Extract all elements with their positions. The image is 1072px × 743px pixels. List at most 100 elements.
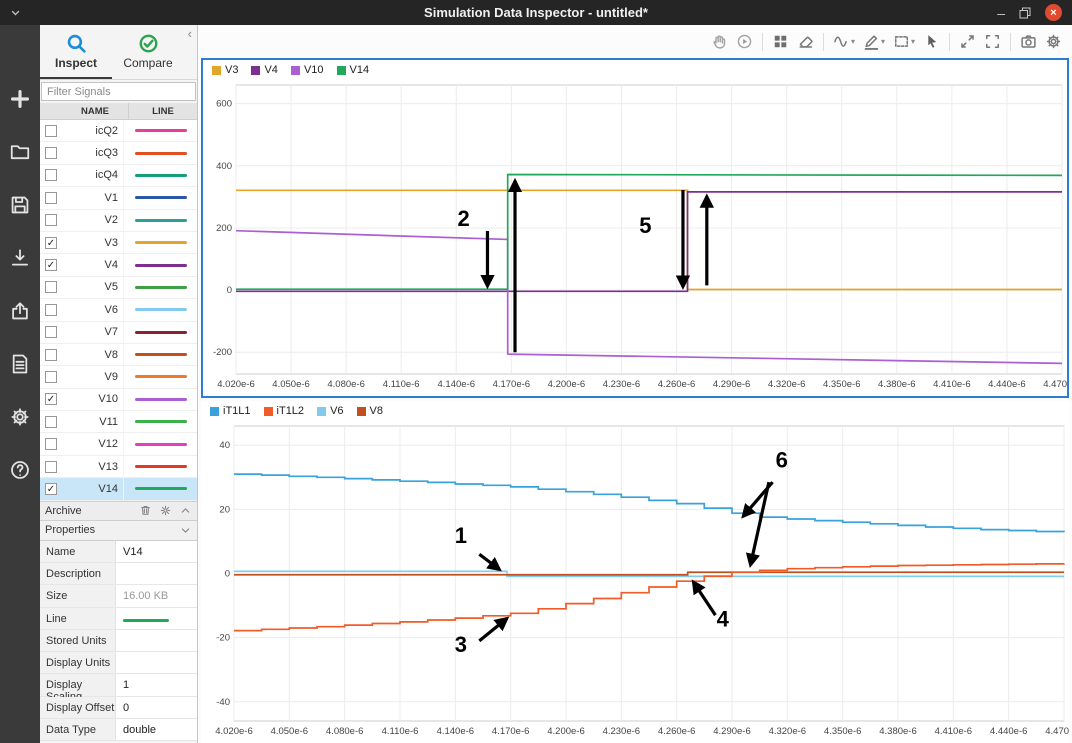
- property-value[interactable]: V14: [116, 541, 197, 562]
- property-value[interactable]: [116, 652, 197, 673]
- property-value[interactable]: [116, 608, 197, 629]
- properties-expand-chevron-icon[interactable]: [178, 523, 192, 537]
- signal-checkbox[interactable]: [45, 192, 57, 204]
- signal-checkbox[interactable]: [45, 147, 57, 159]
- line-color-button[interactable]: ▾: [859, 29, 889, 55]
- signal-line-swatch[interactable]: [123, 120, 197, 141]
- signal-line-swatch[interactable]: [123, 322, 197, 343]
- legend-item[interactable]: V10: [291, 64, 324, 76]
- pan-button[interactable]: [707, 29, 732, 55]
- save-button[interactable]: [7, 193, 33, 217]
- collapse-panel-icon[interactable]: ‹: [188, 26, 192, 41]
- tab-compare[interactable]: Compare: [112, 25, 184, 79]
- report-button[interactable]: [7, 352, 33, 376]
- signal-row[interactable]: V6: [40, 299, 197, 321]
- open-button[interactable]: [7, 140, 33, 164]
- signal-checkbox[interactable]: [45, 281, 57, 293]
- signal-line-swatch[interactable]: [123, 366, 197, 387]
- signal-line-swatch[interactable]: [123, 478, 197, 499]
- archive-collapse-chevron-icon[interactable]: [178, 504, 192, 518]
- signal-line-swatch[interactable]: [123, 299, 197, 320]
- signal-checkbox[interactable]: [45, 169, 57, 181]
- signal-line-swatch[interactable]: [123, 389, 197, 410]
- tab-inspect[interactable]: Inspect: [40, 25, 112, 79]
- signal-style-button[interactable]: ▾: [829, 29, 859, 55]
- signal-row[interactable]: V2: [40, 210, 197, 232]
- property-value[interactable]: 0: [116, 697, 197, 718]
- property-value[interactable]: double: [116, 719, 197, 740]
- archive-settings-gear-icon[interactable]: [158, 504, 172, 518]
- legend-item[interactable]: V3: [212, 64, 238, 76]
- property-value[interactable]: [116, 563, 197, 584]
- restore-button[interactable]: [1019, 7, 1031, 19]
- close-button[interactable]: ×: [1045, 4, 1062, 21]
- signal-line-swatch[interactable]: [123, 277, 197, 298]
- signal-line-swatch[interactable]: [123, 344, 197, 365]
- signal-checkbox[interactable]: ✓: [45, 237, 57, 249]
- signal-checkbox[interactable]: ✓: [45, 259, 57, 271]
- settings-button[interactable]: [1041, 29, 1066, 55]
- window-menu-chevron-icon[interactable]: [0, 9, 30, 17]
- help-button[interactable]: [7, 458, 33, 482]
- fit-view-button[interactable]: [955, 29, 980, 55]
- signal-row[interactable]: V11: [40, 411, 197, 433]
- legend-item[interactable]: iT1L1: [210, 405, 251, 417]
- filter-signals-input[interactable]: [41, 82, 196, 101]
- signal-checkbox[interactable]: [45, 304, 57, 316]
- signal-row[interactable]: V12: [40, 433, 197, 455]
- legend-item[interactable]: V6: [317, 405, 343, 417]
- signal-row[interactable]: ✓V14: [40, 478, 197, 500]
- legend-item[interactable]: V4: [251, 64, 277, 76]
- signal-line-swatch[interactable]: [123, 456, 197, 477]
- signal-row[interactable]: icQ4: [40, 165, 197, 187]
- property-value[interactable]: [116, 630, 197, 651]
- signal-checkbox[interactable]: [45, 438, 57, 450]
- signal-checkbox[interactable]: [45, 125, 57, 137]
- signal-row[interactable]: ✓V3: [40, 232, 197, 254]
- top-plot-chart[interactable]: 4.020e-64.050e-64.080e-64.110e-64.140e-6…: [203, 80, 1067, 394]
- signal-checkbox[interactable]: [45, 371, 57, 383]
- signal-row[interactable]: ✓V4: [40, 254, 197, 276]
- signal-row[interactable]: V5: [40, 277, 197, 299]
- legend-item[interactable]: V14: [337, 64, 370, 76]
- signal-row[interactable]: ✓V10: [40, 389, 197, 411]
- properties-bar[interactable]: Properties: [40, 521, 197, 541]
- top-plot[interactable]: V3 V4 V10 V14 4.020e-64.050e-64.080e-64.110…: [201, 58, 1069, 398]
- signal-checkbox[interactable]: [45, 461, 57, 473]
- signal-checkbox[interactable]: [45, 416, 57, 428]
- signal-row[interactable]: V1: [40, 187, 197, 209]
- signal-line-swatch[interactable]: [123, 232, 197, 253]
- archive-bar[interactable]: Archive: [40, 501, 197, 521]
- signal-checkbox[interactable]: [45, 349, 57, 361]
- legend-item[interactable]: V8: [357, 405, 383, 417]
- export-button[interactable]: [7, 299, 33, 323]
- legend-item[interactable]: iT1L2: [264, 405, 305, 417]
- signal-row[interactable]: icQ2: [40, 120, 197, 142]
- replay-button[interactable]: [732, 29, 757, 55]
- signal-line-swatch[interactable]: [123, 411, 197, 432]
- signal-line-swatch[interactable]: [123, 187, 197, 208]
- import-button[interactable]: [7, 246, 33, 270]
- signal-line-swatch[interactable]: [123, 210, 197, 231]
- snapshot-button[interactable]: [1016, 29, 1041, 55]
- signal-checkbox[interactable]: ✓: [45, 393, 57, 405]
- layout-button[interactable]: [768, 29, 793, 55]
- signal-row[interactable]: V7: [40, 322, 197, 344]
- zoom-region-button[interactable]: ▾: [889, 29, 919, 55]
- signal-checkbox[interactable]: [45, 214, 57, 226]
- signal-row[interactable]: V8: [40, 344, 197, 366]
- eraser-button[interactable]: [793, 29, 818, 55]
- signal-checkbox[interactable]: [45, 326, 57, 338]
- bottom-plot-chart[interactable]: 4.020e-64.050e-64.080e-64.110e-64.140e-6…: [201, 421, 1069, 741]
- add-button[interactable]: [7, 87, 33, 111]
- signal-checkbox[interactable]: ✓: [45, 483, 57, 495]
- bottom-plot[interactable]: iT1L1 iT1L2 V6 V8 4.020e-64.050e-64.080e-64…: [201, 401, 1069, 743]
- signal-line-swatch[interactable]: [123, 142, 197, 163]
- signal-line-swatch[interactable]: [123, 165, 197, 186]
- trash-icon[interactable]: [138, 504, 152, 518]
- signal-line-swatch[interactable]: [123, 254, 197, 275]
- fullscreen-button[interactable]: [980, 29, 1005, 55]
- signal-row[interactable]: V9: [40, 366, 197, 388]
- signal-row[interactable]: V13: [40, 456, 197, 478]
- minimize-button[interactable]: –: [997, 8, 1005, 18]
